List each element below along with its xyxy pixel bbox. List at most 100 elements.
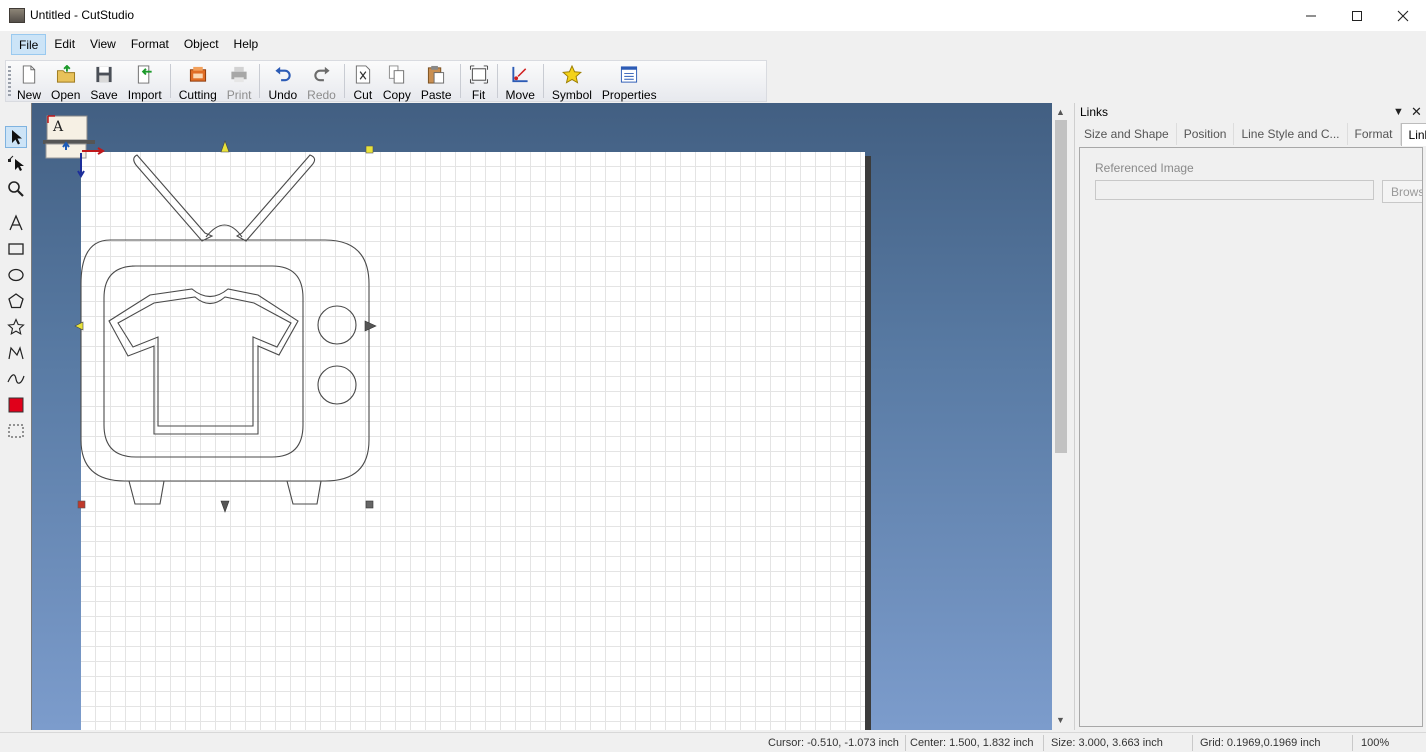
tv-artwork[interactable] [80,154,370,505]
menu-view[interactable]: View [83,34,123,55]
status-separator [1192,735,1193,751]
tab-position[interactable]: Position [1177,123,1235,145]
tshirt-inner [117,296,292,427]
panel-close-icon[interactable]: ✕ [1411,104,1422,120]
toolbar-separator [343,64,345,98]
app-icon [9,8,25,23]
new-button[interactable]: New [12,61,46,101]
move-button[interactable]: Move [501,61,540,101]
tv-body [80,239,370,482]
close-button[interactable] [1380,0,1426,31]
redo-icon [313,66,330,82]
minimize-button[interactable] [1288,0,1334,31]
fit-to-window-icon [469,65,488,84]
menu-bar: File Edit View Format Object Help [0,31,1426,58]
fill-color-tool[interactable] [5,394,27,416]
status-size: Size: 3.000, 3.663 inch [1051,737,1163,749]
maximize-icon [1352,10,1362,21]
star-tool[interactable] [5,316,27,338]
ellipse-tool[interactable] [5,264,27,286]
arrow-pointer-icon [12,130,22,145]
panel-dropdown-icon[interactable]: ▼ [1393,106,1404,118]
tab-format[interactable]: Format [1348,123,1401,145]
fit-button[interactable]: Fit [464,61,494,101]
canvas-vertical-scrollbar[interactable]: ▲ ▼ [1052,103,1070,730]
print-button[interactable]: Print [222,61,257,101]
menu-file[interactable]: File [11,34,47,55]
scroll-down-arrow-icon[interactable]: ▼ [1056,715,1065,725]
cutstudio-window: Untitled - CutStudio File Edit View Form… [0,0,1426,752]
save-button[interactable]: Save [85,61,122,101]
select-tool[interactable] [5,126,27,148]
curve-tool[interactable] [5,368,27,390]
symbol-button[interactable]: Symbol [547,61,597,101]
open-button[interactable]: Open [46,61,85,101]
status-separator [1352,735,1353,751]
magnifier-icon [8,181,24,197]
import-icon [137,65,152,84]
origin-marker[interactable]: A [43,115,105,178]
paste-button[interactable]: Paste [416,61,457,101]
redo-button[interactable]: Redo [302,61,341,101]
copy-icon [388,65,404,84]
properties-list-icon [621,66,638,83]
title-bar: Untitled - CutStudio [0,0,1426,31]
toolbar-separator [542,64,544,98]
close-icon [1397,10,1409,21]
zoom-tool[interactable] [5,178,27,200]
status-grid: Grid: 0.1969,0.1969 inch [1200,737,1321,749]
handle-middle-right [364,320,377,332]
browse-button[interactable]: Browse [1382,180,1422,203]
cutting-button[interactable]: Cutting [174,61,222,101]
menu-object[interactable]: Object [177,34,226,55]
handle-bottom-left [77,500,86,509]
properties-panel: Links ▼ ✕ Size and Shape Position Line S… [1074,103,1426,730]
color-swatch-icon [8,397,24,413]
menu-edit[interactable]: Edit [47,34,82,55]
toolbar-grip[interactable] [8,66,11,98]
menu-help[interactable]: Help [227,34,266,55]
scrollbar-thumb[interactable] [1055,120,1067,453]
tab-links[interactable]: Links [1400,123,1426,146]
marquee-tool[interactable] [5,420,27,442]
paste-clipboard-icon [428,65,445,84]
move-origin-icon [512,66,528,83]
rectangle-icon [8,243,24,255]
status-center: Center: 1.500, 1.832 inch [910,737,1034,749]
properties-button[interactable]: Properties [597,61,662,101]
drawing-tools-bar [0,118,31,448]
polygon-tool[interactable] [5,290,27,312]
tshirt-outer [108,288,299,435]
origin-text-marker: A [52,119,64,135]
handle-top-center [220,140,230,153]
referenced-image-field[interactable] [1095,180,1374,200]
tab-size-and-shape[interactable]: Size and Shape [1077,123,1177,145]
toolbar-separator [459,64,461,98]
node-edit-tool[interactable] [5,152,27,174]
handle-bottom-center [220,500,230,513]
scroll-up-arrow-icon[interactable]: ▲ [1056,107,1065,117]
cutting-machine-icon [189,66,206,82]
star-outline-icon [7,318,25,336]
handle-top-right [365,145,374,154]
import-button[interactable]: Import [123,61,167,101]
status-separator [905,735,906,751]
open-folder-icon [56,65,75,83]
polyline-tool[interactable] [5,342,27,364]
tab-line-style[interactable]: Line Style and C... [1234,123,1348,145]
panel-title: Links [1080,105,1109,119]
undo-icon [275,66,291,82]
ellipse-icon [8,268,24,282]
rectangle-tool[interactable] [5,238,27,260]
maximize-button[interactable] [1334,0,1380,31]
drawing-layer[interactable]: A [32,103,1052,730]
canvas-workspace[interactable]: A [31,103,1052,730]
polyline-icon [8,346,24,360]
menu-format[interactable]: Format [124,34,176,55]
dashed-selection-icon [8,424,24,438]
copy-button[interactable]: Copy [378,61,416,101]
cut-button[interactable]: Cut [348,61,378,101]
undo-button[interactable]: Undo [263,61,302,101]
text-tool[interactable] [5,212,27,234]
text-a-icon [9,214,23,231]
